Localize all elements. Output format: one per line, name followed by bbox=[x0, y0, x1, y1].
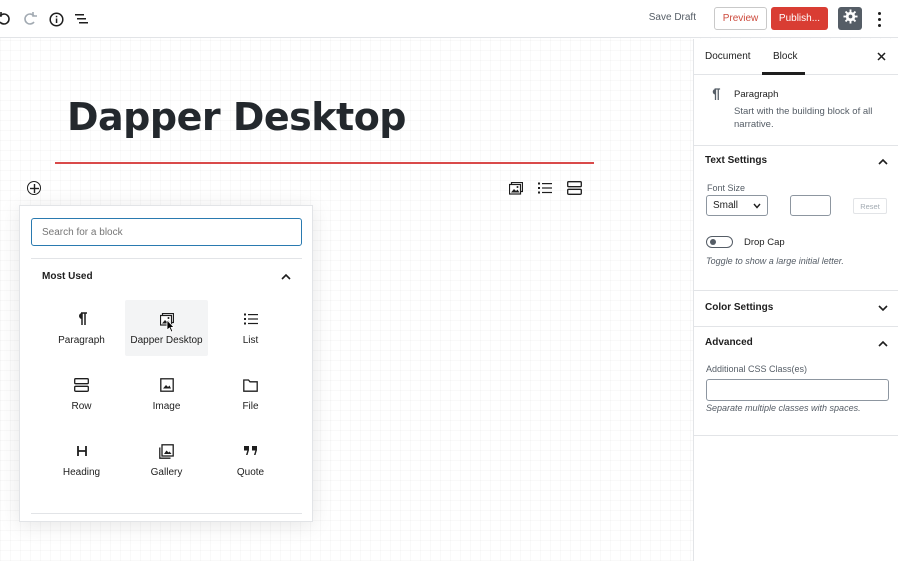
divider bbox=[694, 145, 898, 146]
block-inserter-toggle[interactable] bbox=[27, 181, 41, 195]
font-size-value: Small bbox=[713, 200, 739, 211]
post-title[interactable]: Dapper Desktop bbox=[67, 95, 407, 139]
block-label: Paragraph bbox=[58, 335, 105, 346]
divider bbox=[694, 326, 898, 327]
block-label: Row bbox=[71, 401, 92, 412]
advanced-panel-toggle[interactable]: Advanced bbox=[705, 337, 753, 348]
block-item-row[interactable]: Row bbox=[40, 366, 123, 422]
dot bbox=[877, 23, 881, 27]
row-icon bbox=[73, 376, 91, 394]
top-toolbar: Save Draft Preview Publish... bbox=[0, 0, 898, 38]
divider bbox=[694, 290, 898, 291]
text-settings-panel-toggle[interactable]: Text Settings bbox=[705, 155, 767, 166]
divider bbox=[31, 513, 302, 514]
undo-icon[interactable] bbox=[0, 9, 14, 29]
save-draft-button[interactable]: Save Draft bbox=[649, 12, 696, 23]
css-class-input[interactable] bbox=[706, 379, 889, 401]
heading-icon bbox=[73, 442, 91, 460]
divider bbox=[31, 258, 302, 259]
sidebar-tabs: Document Block bbox=[694, 39, 898, 75]
drop-cap-help: Toggle to show a large initial letter. bbox=[706, 256, 844, 266]
settings-button[interactable] bbox=[838, 7, 862, 30]
image-icon bbox=[158, 376, 176, 394]
chevron-up-icon[interactable] bbox=[279, 269, 293, 283]
title-underline bbox=[55, 162, 594, 164]
active-tab-indicator bbox=[762, 72, 805, 75]
quote-icon bbox=[242, 442, 260, 460]
font-size-select[interactable]: Small bbox=[706, 195, 768, 216]
gallery-icon bbox=[158, 442, 176, 460]
block-item-quote[interactable]: Quote bbox=[209, 432, 292, 488]
block-label: Gallery bbox=[150, 467, 183, 478]
css-class-label: Additional CSS Class(es) bbox=[706, 364, 808, 374]
chevron-up-icon[interactable] bbox=[877, 337, 889, 349]
block-label: Image bbox=[152, 401, 181, 412]
block-label: Quote bbox=[236, 467, 265, 478]
divider bbox=[694, 435, 898, 436]
chevron-down-icon[interactable] bbox=[877, 302, 889, 314]
gear-icon bbox=[842, 8, 858, 29]
preview-button[interactable]: Preview bbox=[714, 7, 767, 30]
block-label: Heading bbox=[62, 467, 101, 478]
tab-block[interactable]: Block bbox=[773, 51, 797, 62]
reset-button[interactable]: Reset bbox=[853, 198, 887, 214]
list-icon[interactable] bbox=[537, 180, 553, 196]
file-icon bbox=[242, 376, 260, 394]
block-label: List bbox=[242, 335, 259, 346]
dot bbox=[877, 17, 881, 21]
block-item-paragraph[interactable]: Paragraph bbox=[40, 300, 123, 356]
block-inserter-popover: Most Used Paragraph Dapper Desktop List … bbox=[19, 205, 313, 522]
chevron-down-icon bbox=[753, 201, 761, 212]
drop-cap-label: Drop Cap bbox=[744, 237, 785, 248]
font-size-label: Font Size bbox=[707, 183, 746, 193]
block-search-input[interactable] bbox=[31, 218, 302, 246]
dot bbox=[877, 11, 881, 15]
tab-document[interactable]: Document bbox=[705, 51, 751, 62]
paragraph-icon bbox=[710, 88, 721, 105]
chevron-up-icon[interactable] bbox=[877, 155, 889, 167]
block-item-heading[interactable]: Heading bbox=[40, 432, 123, 488]
paragraph-icon bbox=[73, 310, 91, 328]
block-item-image[interactable]: Image bbox=[125, 366, 208, 422]
block-item-list[interactable]: List bbox=[209, 300, 292, 356]
block-item-file[interactable]: File bbox=[209, 366, 292, 422]
plus-icon bbox=[29, 183, 39, 193]
css-class-help: Separate multiple classes with spaces. bbox=[706, 403, 861, 413]
more-options-button[interactable] bbox=[872, 9, 886, 29]
color-settings-panel-toggle[interactable]: Color Settings bbox=[705, 302, 773, 313]
dapper-desktop-icon[interactable] bbox=[508, 180, 524, 196]
most-used-heading: Most Used bbox=[42, 271, 93, 282]
block-card-title: Paragraph bbox=[734, 89, 779, 100]
redo-icon[interactable] bbox=[20, 9, 40, 29]
drop-cap-toggle[interactable] bbox=[706, 236, 733, 248]
mouse-cursor-icon bbox=[166, 318, 175, 338]
block-label: File bbox=[242, 401, 259, 412]
list-icon bbox=[242, 310, 260, 328]
close-icon[interactable] bbox=[877, 50, 886, 63]
row-icon[interactable] bbox=[566, 180, 582, 196]
custom-font-size-input[interactable] bbox=[790, 195, 831, 216]
block-card-description: Start with the building block of all nar… bbox=[734, 106, 873, 130]
toggle-knob bbox=[710, 239, 716, 245]
info-icon[interactable] bbox=[46, 9, 66, 29]
block-navigation-icon[interactable] bbox=[72, 9, 92, 29]
settings-sidebar: Document Block Paragraph Start with the … bbox=[693, 39, 898, 561]
block-item-gallery[interactable]: Gallery bbox=[125, 432, 208, 488]
publish-button[interactable]: Publish... bbox=[771, 7, 828, 30]
